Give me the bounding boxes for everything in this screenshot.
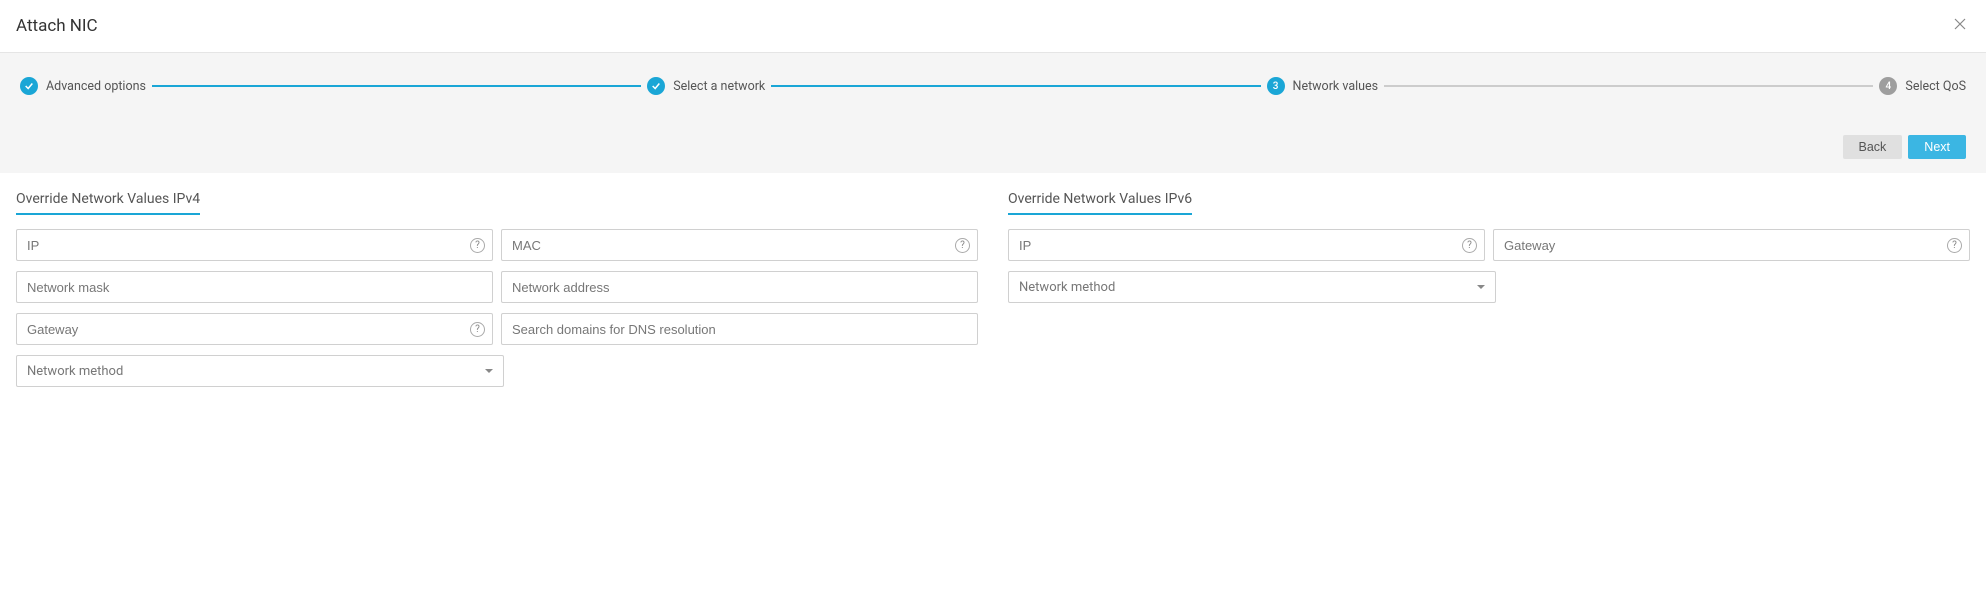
mask-field-wrap: [16, 271, 493, 303]
chevron-down-icon: [1477, 285, 1485, 289]
close-button[interactable]: [1950, 14, 1970, 38]
step-label: Network values: [1293, 79, 1379, 94]
ipv6-column: Override Network Values IPv6 ? ? Network…: [1008, 187, 1970, 397]
select-label: Network method: [27, 364, 123, 379]
help-icon[interactable]: ?: [1462, 238, 1477, 253]
ipv4-gateway-input[interactable]: [16, 313, 493, 345]
ipv4-method-select[interactable]: Network method: [16, 355, 504, 387]
ipv6-section-title: Override Network Values IPv6: [1008, 187, 1192, 215]
step-label: Select a network: [673, 79, 765, 94]
ipv6-ip-field-wrap: ?: [1008, 229, 1485, 261]
stepper-container: Advanced options Select a network 3 Netw…: [0, 53, 1986, 173]
ipv6-ip-input[interactable]: [1008, 229, 1485, 261]
ipv4-dns-input[interactable]: [501, 313, 978, 345]
chevron-down-icon: [485, 369, 493, 373]
dialog-header: Attach NIC: [0, 0, 1986, 53]
netaddr-field-wrap: [501, 271, 978, 303]
ipv6-gateway-input[interactable]: [1493, 229, 1970, 261]
step-connector: [152, 85, 641, 87]
step-connector: [771, 85, 1260, 87]
gateway-field-wrap: ?: [16, 313, 493, 345]
close-icon: [1954, 18, 1966, 30]
ip-field-wrap: ?: [16, 229, 493, 261]
stepper: Advanced options Select a network 3 Netw…: [20, 77, 1966, 95]
help-icon[interactable]: ?: [470, 322, 485, 337]
ipv4-mac-input[interactable]: [501, 229, 978, 261]
step-number-icon: 4: [1879, 77, 1897, 95]
step-select-network[interactable]: Select a network: [647, 77, 765, 95]
dialog-title: Attach NIC: [16, 16, 98, 36]
ipv4-section-title: Override Network Values IPv4: [16, 187, 200, 215]
ipv4-column: Override Network Values IPv4 ? ? ?: [16, 187, 978, 397]
help-icon[interactable]: ?: [470, 238, 485, 253]
checkmark-icon: [20, 77, 38, 95]
step-number-icon: 3: [1267, 77, 1285, 95]
checkmark-icon: [647, 77, 665, 95]
spacer: [512, 355, 978, 387]
next-button[interactable]: Next: [1908, 135, 1966, 159]
mac-field-wrap: ?: [501, 229, 978, 261]
ipv6-method-select[interactable]: Network method: [1008, 271, 1496, 303]
dns-field-wrap: [501, 313, 978, 345]
spacer: [1504, 271, 1970, 303]
step-network-values[interactable]: 3 Network values: [1267, 77, 1379, 95]
ipv4-mask-input[interactable]: [16, 271, 493, 303]
step-label: Select QoS: [1905, 79, 1966, 94]
step-label: Advanced options: [46, 79, 146, 94]
ipv4-ip-input[interactable]: [16, 229, 493, 261]
ipv6-gateway-field-wrap: ?: [1493, 229, 1970, 261]
step-advanced-options[interactable]: Advanced options: [20, 77, 146, 95]
form-content: Override Network Values IPv4 ? ? ?: [0, 173, 1986, 411]
step-select-qos[interactable]: 4 Select QoS: [1879, 77, 1966, 95]
step-connector: [1384, 85, 1873, 87]
help-icon[interactable]: ?: [1947, 238, 1962, 253]
back-button[interactable]: Back: [1843, 135, 1903, 159]
ipv4-netaddr-input[interactable]: [501, 271, 978, 303]
select-label: Network method: [1019, 280, 1115, 295]
help-icon[interactable]: ?: [955, 238, 970, 253]
stepper-buttons: Back Next: [20, 135, 1966, 159]
